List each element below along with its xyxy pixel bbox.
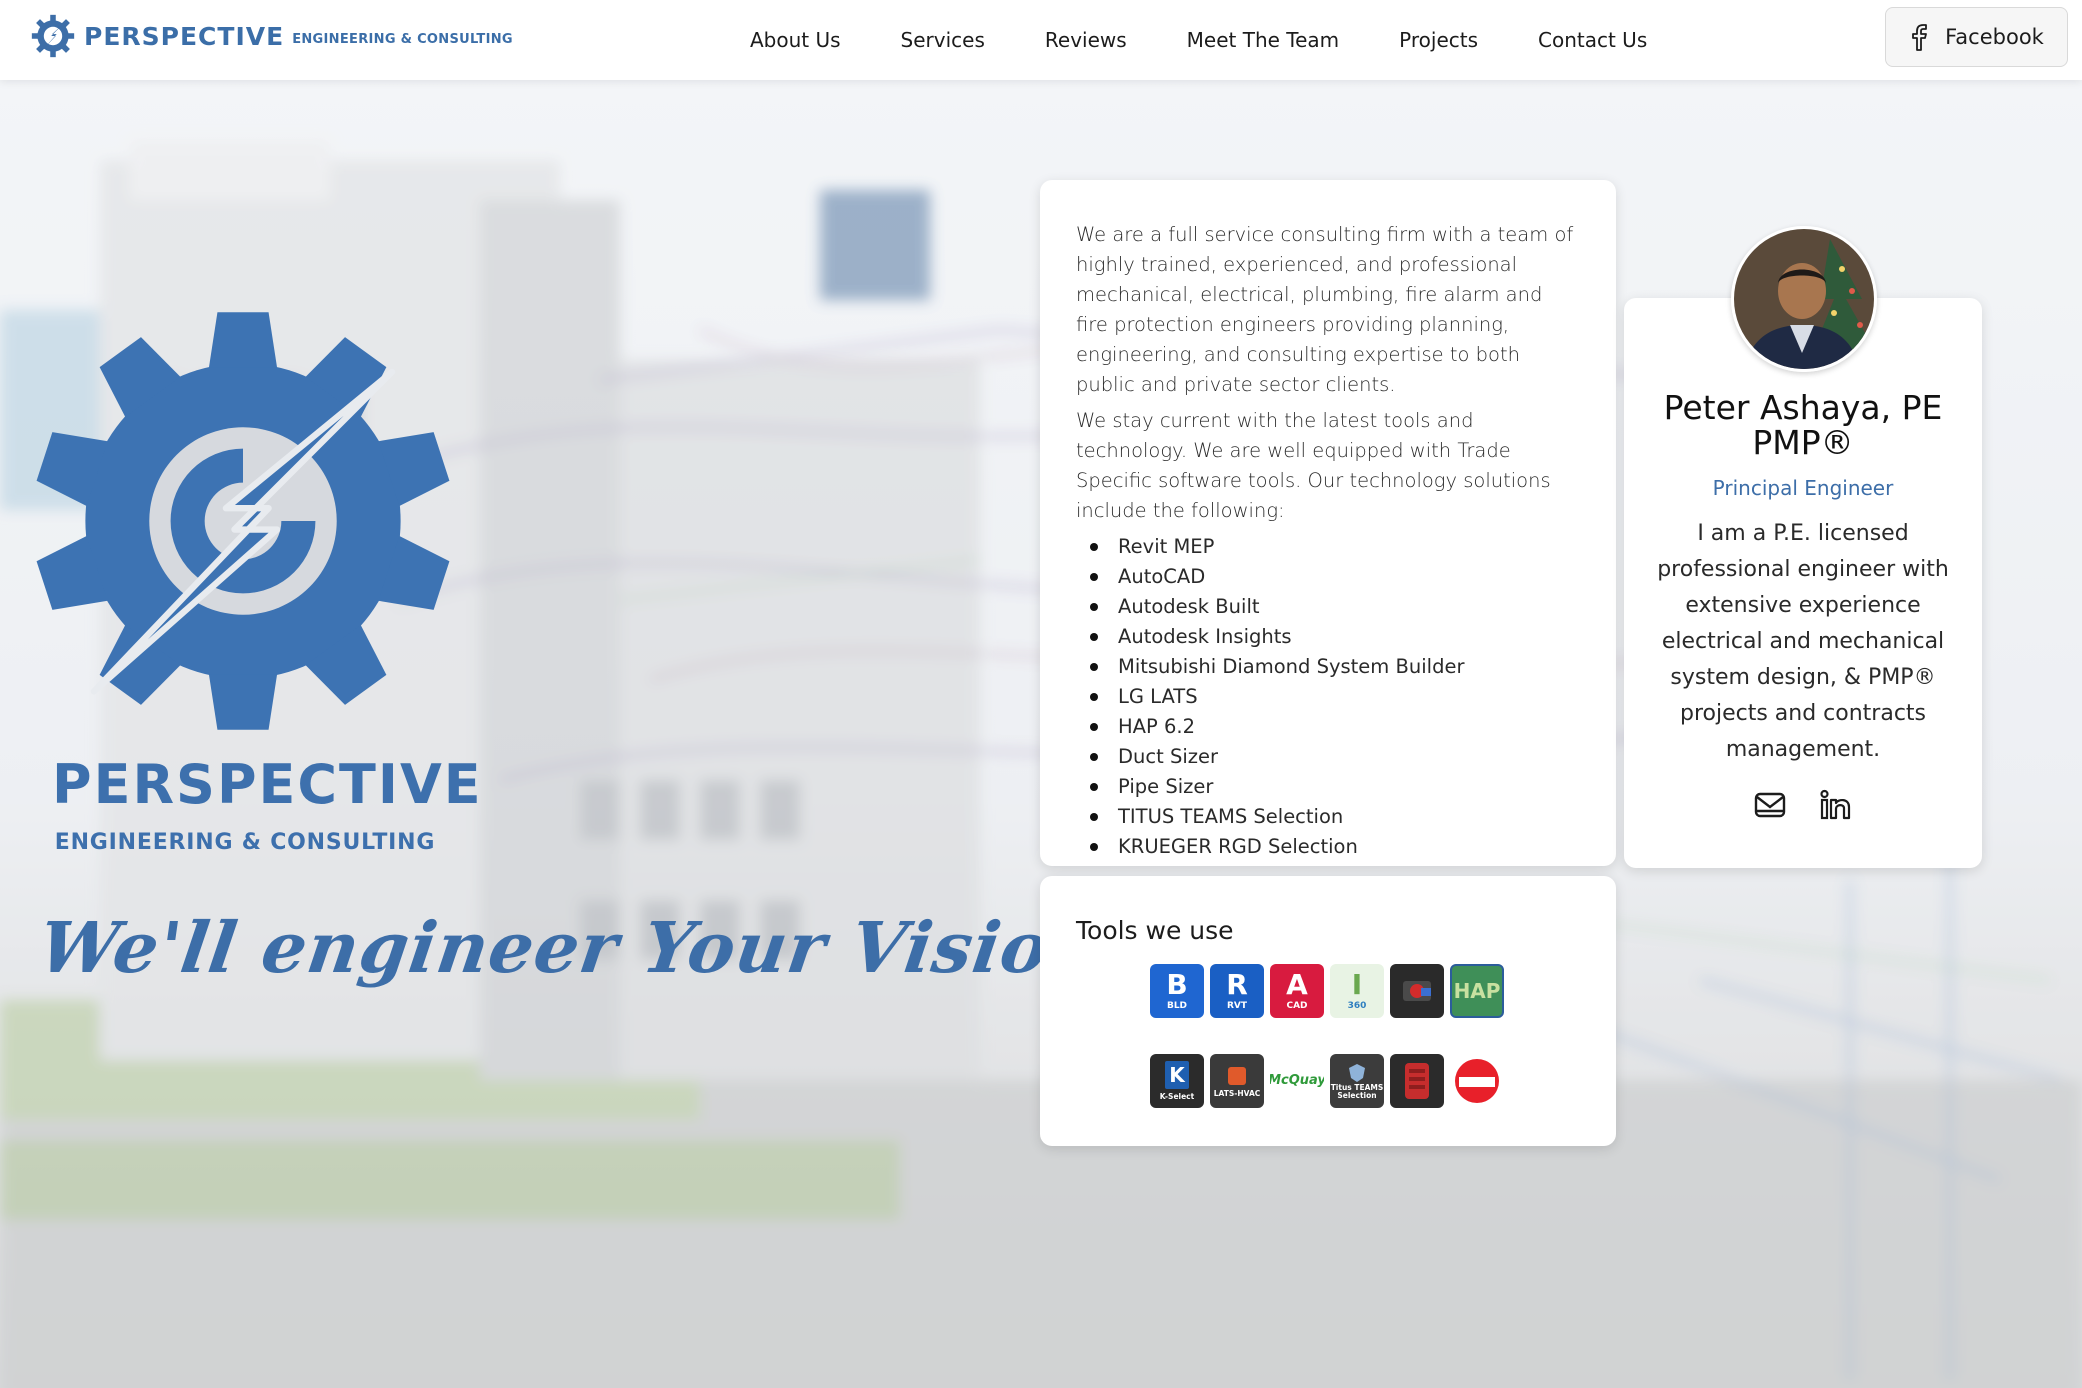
hero-brand-name: PERSPECTIVE bbox=[52, 753, 483, 816]
list-item: AutoCAD bbox=[1090, 562, 1580, 592]
hap-icon: HAP bbox=[1450, 964, 1504, 1018]
brand-name: PERSPECTIVE bbox=[84, 21, 285, 51]
list-item: KRUEGER RGD Selection bbox=[1090, 832, 1580, 862]
lats-hvac-icon: LATS-HVAC bbox=[1210, 1054, 1264, 1108]
tool-caption: BLD bbox=[1166, 1001, 1188, 1011]
email-icon[interactable] bbox=[1753, 788, 1787, 822]
nav-services[interactable]: Services bbox=[901, 28, 985, 52]
tool-letter: K bbox=[1165, 1061, 1189, 1089]
team-member-card: Peter Ashaya, PE PMP® Principal Engineer… bbox=[1624, 226, 1982, 868]
tool-caption: CAD bbox=[1286, 1001, 1308, 1011]
profile-bio: I am a P.E. licensed professional engine… bbox=[1657, 521, 1949, 762]
tool-letter: B bbox=[1166, 968, 1188, 1001]
nav-reviews[interactable]: Reviews bbox=[1045, 28, 1127, 52]
hero-tagline: We'll engineer Your Vision. bbox=[34, 906, 1132, 989]
brand-logo-link[interactable]: PERSPECTIVE ENGINEERING & CONSULTING bbox=[30, 13, 513, 59]
trane-icon bbox=[1450, 1054, 1504, 1108]
list-item: Pipe Sizer bbox=[1090, 772, 1580, 802]
tool-caption: K-Select bbox=[1159, 1092, 1195, 1101]
autodesk-build-icon: B BLD bbox=[1150, 964, 1204, 1018]
tools-row-2: K K-Select LATS-HVAC McQuay Titus TEAMS … bbox=[1150, 1054, 1510, 1108]
tool-letter: HAP bbox=[1453, 979, 1501, 1003]
list-item: TITUS TEAMS Selection bbox=[1090, 802, 1580, 832]
nav-about-us[interactable]: About Us bbox=[750, 28, 841, 52]
about-paragraph-1: We are a full service consulting firm wi… bbox=[1076, 223, 1574, 396]
nav-contact-us[interactable]: Contact Us bbox=[1538, 28, 1647, 52]
profile-role: Principal Engineer bbox=[1712, 476, 1894, 500]
profile-photo bbox=[1734, 229, 1874, 369]
insight-360-icon: I 360 bbox=[1330, 964, 1384, 1018]
list-item: LG LATS bbox=[1090, 682, 1580, 712]
avatar bbox=[1731, 226, 1877, 372]
facebook-label: Facebook bbox=[1945, 25, 2044, 49]
tool-letter: R bbox=[1226, 968, 1248, 1001]
tool-caption: Titus TEAMS Selection bbox=[1330, 1083, 1384, 1100]
list-item: HAP 6.2 bbox=[1090, 712, 1580, 742]
tool-caption: 360 bbox=[1347, 1001, 1367, 1011]
revit-icon: R RVT bbox=[1210, 964, 1264, 1018]
trane-glyph bbox=[1455, 1059, 1499, 1103]
top-navbar: PERSPECTIVE ENGINEERING & CONSULTING Abo… bbox=[0, 0, 2082, 80]
tool-letter: I bbox=[1351, 968, 1363, 1001]
profile-name: Peter Ashaya, PE PMP® bbox=[1663, 388, 1943, 462]
tool-caption: RVT bbox=[1226, 1001, 1248, 1011]
tools-card: Tools we use B BLD R RVT A CAD I 360 HAP bbox=[1040, 876, 1616, 1146]
k-select-icon: K K-Select bbox=[1150, 1054, 1204, 1108]
about-paragraph-2: We stay current with the latest tools an… bbox=[1076, 409, 1551, 522]
krueger-icon bbox=[1390, 1054, 1444, 1108]
mcquay-icon: McQuay bbox=[1270, 1054, 1324, 1108]
list-item: Revit MEP bbox=[1090, 532, 1580, 562]
nav-projects[interactable]: Projects bbox=[1399, 28, 1478, 52]
nav-links: About Us Services Reviews Meet The Team … bbox=[720, 0, 1677, 80]
titus-glyph bbox=[1349, 1064, 1365, 1082]
about-card: We are a full service consulting firm wi… bbox=[1040, 180, 1616, 866]
tool-letter: McQuay bbox=[1270, 1073, 1324, 1088]
list-item: Mitsubishi Diamond System Builder bbox=[1090, 652, 1580, 682]
tool-letter: A bbox=[1286, 968, 1308, 1001]
list-item: Duct Sizer bbox=[1090, 742, 1580, 772]
titus-teams-icon: Titus TEAMS Selection bbox=[1330, 1054, 1384, 1108]
mitsubishi-dsb-icon bbox=[1390, 964, 1444, 1018]
profile-social-links bbox=[1624, 788, 1982, 822]
gear-logo-icon bbox=[31, 14, 75, 58]
tools-title: Tools we use bbox=[1076, 916, 1234, 945]
linkedin-icon[interactable] bbox=[1819, 788, 1853, 822]
tools-row-1: B BLD R RVT A CAD I 360 HAP bbox=[1150, 964, 1510, 1018]
lats-glyph bbox=[1228, 1066, 1246, 1085]
tool-caption: LATS-HVAC bbox=[1213, 1088, 1261, 1098]
facebook-button[interactable]: Facebook bbox=[1885, 7, 2068, 67]
list-item: Autodesk Insights bbox=[1090, 622, 1580, 652]
mitsubishi-dsb-glyph bbox=[1403, 981, 1431, 1001]
hero-gear-logo-icon bbox=[36, 312, 450, 730]
nav-meet-the-team[interactable]: Meet The Team bbox=[1187, 28, 1339, 52]
autocad-icon: A CAD bbox=[1270, 964, 1324, 1018]
facebook-icon bbox=[1912, 24, 1928, 51]
list-item: Autodesk Built bbox=[1090, 592, 1580, 622]
krueger-glyph bbox=[1405, 1063, 1429, 1099]
hero-brand-subtitle: ENGINEERING & CONSULTING bbox=[54, 830, 436, 855]
technology-list: Revit MEP AutoCAD Autodesk Built Autodes… bbox=[1076, 532, 1580, 862]
brand-subtitle: ENGINEERING & CONSULTING bbox=[292, 31, 513, 47]
